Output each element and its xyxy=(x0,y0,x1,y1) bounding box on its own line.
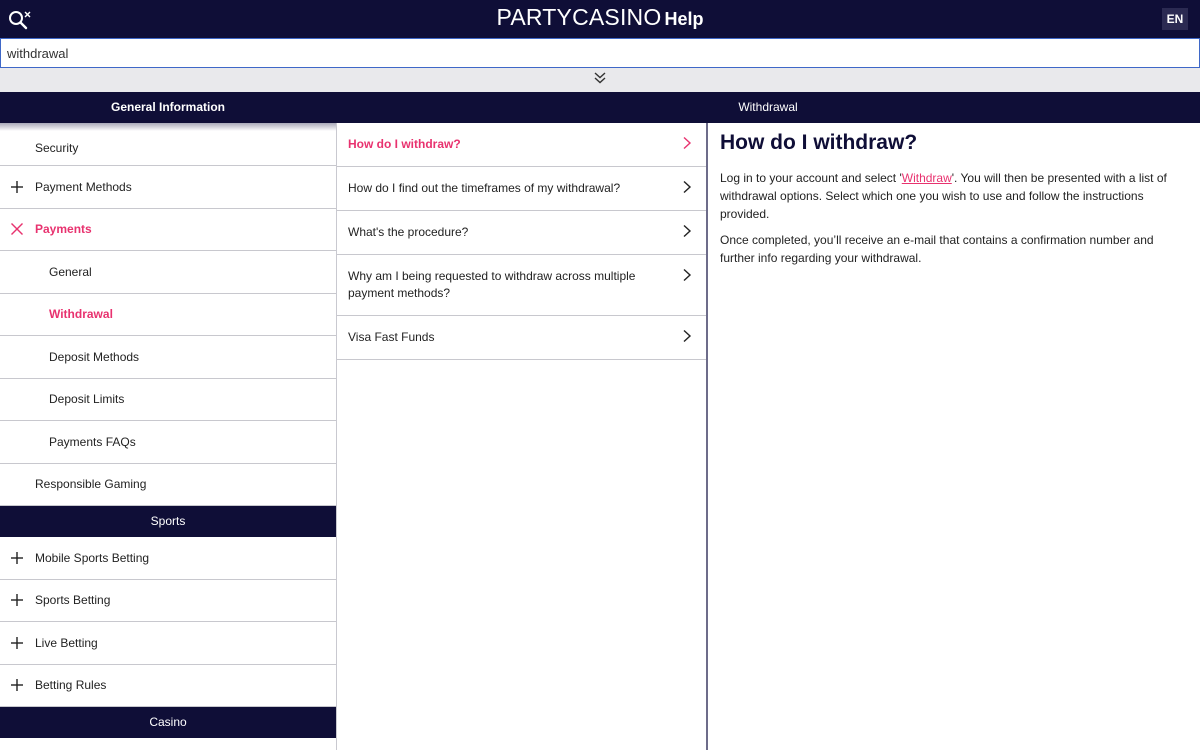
plus-icon xyxy=(10,180,24,194)
top-bar: PARTYCASINO Help EN xyxy=(0,0,1200,38)
article-paragraph: Once completed, you’ll receive an e-mail… xyxy=(720,233,1154,265)
question-item[interactable]: Visa Fast Funds xyxy=(337,316,706,360)
plus-icon xyxy=(10,593,24,607)
chevron-right-icon xyxy=(682,268,692,282)
sidebar-item-label: Withdrawal xyxy=(49,307,113,322)
double-chevron-down-icon xyxy=(593,71,607,89)
question-item[interactable]: How do I find out the timeframes of my w… xyxy=(337,167,706,211)
sidebar-item-payments[interactable]: Payments xyxy=(0,208,336,251)
article-paragraph: Log in to your account and select 'Withd… xyxy=(720,169,1190,223)
plus-icon xyxy=(10,636,24,650)
sidebar-item-sports-betting[interactable]: Sports Betting xyxy=(0,579,336,622)
chevron-right-icon xyxy=(682,224,692,238)
chevron-right-icon xyxy=(682,180,692,194)
plus-icon xyxy=(10,551,24,565)
question-item[interactable]: How do I withdraw? xyxy=(337,123,706,167)
sidebar-item-label: General xyxy=(49,264,92,279)
question-list: How do I withdraw? How do I find out the… xyxy=(337,123,708,750)
brand-logo[interactable]: PARTYCASINO Help xyxy=(0,4,1200,31)
sidebar-item-label: Deposit Methods xyxy=(49,349,140,364)
sidebar-item-deposit-limits[interactable]: Deposit Limits xyxy=(0,378,336,421)
sidebar-item-payments-faqs[interactable]: Payments FAQs xyxy=(0,421,336,464)
expand-toggle[interactable] xyxy=(0,68,1200,92)
close-icon xyxy=(10,222,24,236)
sidebar-item-label: Responsible Gaming xyxy=(35,477,147,492)
sidebar-item-label: Security xyxy=(35,141,79,155)
brand-help: Help xyxy=(664,9,704,29)
withdrawal-heading: Withdrawal xyxy=(738,100,798,114)
column-headers: General Information Withdrawal xyxy=(0,92,1200,123)
sidebar-item-label: Betting Rules xyxy=(35,678,107,693)
sidebar-item-label: Payment Methods xyxy=(35,179,132,194)
chevron-right-icon xyxy=(682,329,692,343)
casino-heading[interactable]: Casino xyxy=(0,707,336,738)
plus-icon xyxy=(10,678,24,692)
sidebar-item-responsible-gaming[interactable]: Responsible Gaming xyxy=(0,463,336,506)
sidebar-item-label: Payments FAQs xyxy=(49,434,136,449)
search-input[interactable] xyxy=(1,39,1199,67)
article-title: How do I withdraw? xyxy=(720,131,918,154)
sidebar-item-betting-rules[interactable]: Betting Rules xyxy=(0,664,336,707)
sidebar-item-security[interactable]: Security xyxy=(0,131,336,166)
brand-name: PARTYCASINO xyxy=(496,4,662,30)
sidebar-item-label: Payments xyxy=(35,222,92,237)
article-text: Log in to your account and select ' xyxy=(720,171,902,185)
sidebar-item-mobile-sports-betting[interactable]: Mobile Sports Betting xyxy=(0,537,336,580)
sidebar-item-general[interactable]: General xyxy=(0,251,336,294)
sidebar-item-label: Mobile Sports Betting xyxy=(35,550,150,565)
sidebar-item-live-betting[interactable]: Live Betting xyxy=(0,622,336,665)
article: How do I withdraw? Log in to your accoun… xyxy=(710,123,1200,275)
sports-heading[interactable]: Sports xyxy=(0,506,336,537)
sidebar-item-label: Live Betting xyxy=(35,635,98,650)
question-label: Visa Fast Funds xyxy=(348,330,435,344)
question-item[interactable]: Why am I being requested to withdraw acr… xyxy=(337,255,706,316)
question-item[interactable]: What's the procedure? xyxy=(337,211,706,255)
withdraw-link[interactable]: Withdraw xyxy=(902,171,952,185)
question-label: How do I withdraw? xyxy=(348,137,461,151)
sidebar-item-label: Sports Betting xyxy=(35,593,111,608)
language-button[interactable]: EN xyxy=(1162,8,1188,30)
general-information-heading: General Information xyxy=(110,100,226,114)
sidebar: Security Payment Methods Payments Genera… xyxy=(0,123,337,750)
search-box xyxy=(0,38,1200,68)
sidebar-item-label: Deposit Limits xyxy=(49,392,125,407)
question-label: What's the procedure? xyxy=(348,225,469,239)
question-label: How do I find out the timeframes of my w… xyxy=(348,181,621,195)
question-label: Why am I being requested to withdraw acr… xyxy=(348,269,636,300)
sidebar-item-payment-methods[interactable]: Payment Methods xyxy=(0,166,336,209)
chevron-right-icon xyxy=(682,136,692,150)
sidebar-item-withdrawal[interactable]: Withdrawal xyxy=(0,293,336,336)
sidebar-item-deposit-methods[interactable]: Deposit Methods xyxy=(0,336,336,379)
scroll-shadow xyxy=(0,123,336,131)
